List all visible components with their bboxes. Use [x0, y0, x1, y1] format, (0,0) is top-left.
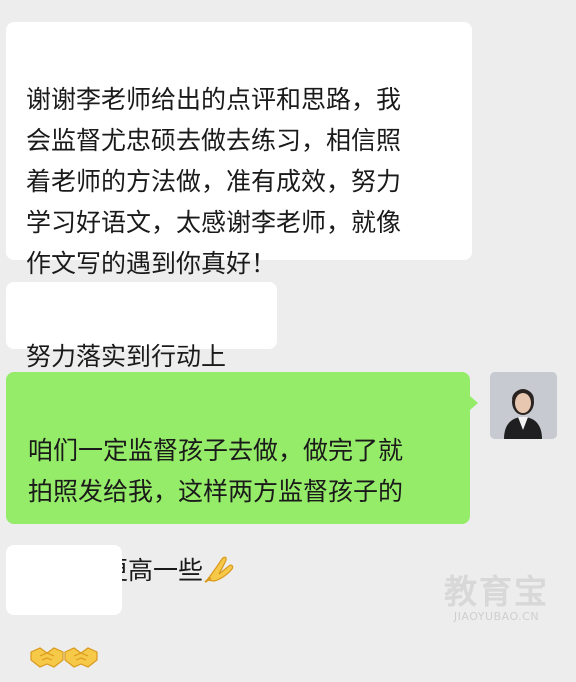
praying-hands-icon: [203, 512, 237, 595]
handshake-icon: [64, 600, 98, 682]
outgoing-message-bubble[interactable]: 咱们一定监督孩子去做，做完了就 拍照发给我，这样两方监督孩子的 效率会更高一些: [6, 372, 470, 585]
watermark-logo-text: 教育宝: [444, 572, 549, 611]
watermark: 教育宝 JIAOYUBAO.CN: [444, 574, 549, 624]
message-text: 谢谢李老师给出的点评和思路，我 会监督尤忠硕去做去练习，相信照 着老师的方法做，…: [26, 85, 402, 278]
incoming-message-bubble[interactable]: 谢谢李老师给出的点评和思路，我 会监督尤忠硕去做去练习，相信照 着老师的方法做，…: [6, 22, 472, 278]
avatar[interactable]: [490, 372, 557, 439]
message-text: 努力落实到行动上: [26, 342, 227, 371]
incoming-message-bubble[interactable]: [6, 545, 122, 668]
handshake-icon: [30, 600, 64, 682]
incoming-message-bubble[interactable]: 努力落实到行动上: [6, 282, 277, 371]
outgoing-bubble-tail: [470, 396, 478, 410]
watermark-url: JIAOYUBAO.CN: [453, 610, 540, 623]
